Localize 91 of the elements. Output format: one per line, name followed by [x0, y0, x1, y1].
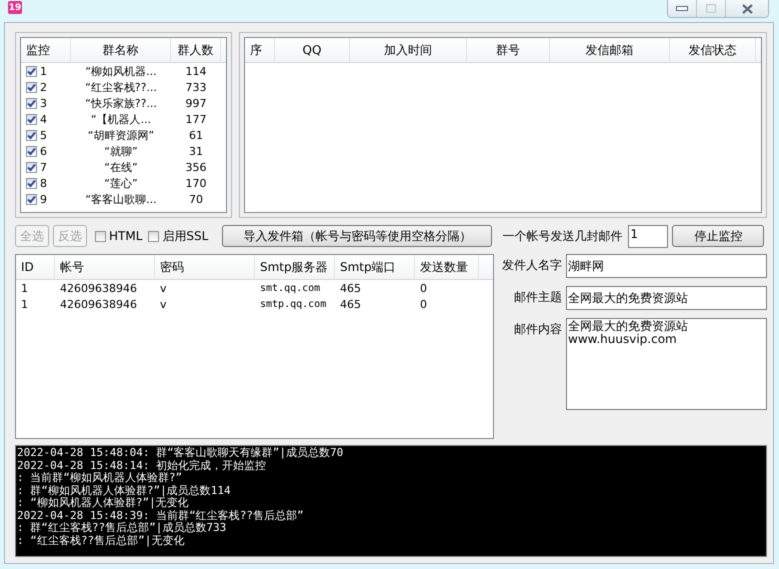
checkbox[interactable] — [148, 230, 160, 242]
column-header[interactable]: Smtp服务器 — [255, 255, 335, 279]
member-count: 177 — [186, 112, 206, 126]
smtp-port: 465 — [340, 282, 361, 294]
column-header[interactable]: 监控 — [21, 38, 71, 62]
smtp-server: smtp.qq.com — [260, 298, 326, 310]
group-name: “胡畔资源网” — [88, 128, 154, 142]
group-name: “【机器人... — [90, 112, 152, 126]
smtp-server: smt.qq.com — [260, 282, 320, 294]
checkbox[interactable] — [26, 130, 37, 140]
log-line: : “柳如风机器人体验群?”|无变化 — [17, 497, 189, 510]
column-header[interactable]: Smtp端口 — [335, 255, 415, 279]
close-icon — [742, 4, 752, 14]
content-area[interactable]: 全网最大的免费资源站 www.huusvip.com — [566, 318, 767, 410]
row-id: 1 — [21, 298, 28, 310]
checkbox[interactable] — [26, 98, 37, 108]
text-field[interactable]: 全网最大的免费资源站 — [566, 286, 767, 310]
group-name: “快乐家族??... — [85, 96, 157, 110]
checkbox[interactable] — [26, 114, 37, 124]
checkbox-label: 9 — [40, 192, 47, 206]
column-header[interactable]: 发送数量 — [415, 255, 479, 279]
checkbox-label: 2 — [40, 80, 47, 94]
column-header[interactable]: 加入时间 — [350, 38, 467, 62]
text-field[interactable]: 湖畔网 — [566, 254, 767, 278]
column-header[interactable]: 群名称 — [71, 38, 171, 62]
log-line: 2022-04-28 15:48:14: 初始化完成，开始监控 — [17, 460, 266, 472]
stop-button[interactable]: 停止监控 — [672, 225, 764, 247]
group-name: “红尘客栈??... — [85, 80, 157, 94]
checkbox-label: 4 — [40, 112, 47, 126]
member-count: 733 — [186, 80, 206, 94]
checkbox[interactable] — [26, 178, 37, 188]
field-label: 邮件主题 — [513, 289, 562, 306]
field-label: 发件人名字 — [501, 257, 562, 274]
minimize-button[interactable] — [668, 0, 696, 17]
checkbox[interactable] — [26, 66, 37, 76]
log-line: : “红尘客栈??售后总部”|无变化 — [17, 534, 184, 547]
member-count: 61 — [189, 128, 203, 142]
column-header[interactable]: 密码 — [155, 255, 255, 279]
checkbox[interactable] — [26, 82, 37, 92]
app-icon: 19 — [8, 1, 22, 14]
checkbox[interactable] — [26, 194, 37, 204]
member-count: 997 — [186, 96, 206, 110]
password: v — [160, 282, 167, 294]
column-header[interactable]: 发信邮箱 — [550, 38, 670, 62]
group-name: “就聊” — [104, 144, 138, 158]
log-line: : 群“柳如风机器人体验群?”|成员总数114 — [17, 484, 231, 497]
checkbox-label: 7 — [40, 160, 47, 174]
smtp-port: 465 — [340, 298, 361, 310]
column-header[interactable]: 群号 — [467, 38, 550, 62]
column-header[interactable]: 发信状态 — [670, 38, 756, 62]
field-label: 邮件内容 — [513, 321, 562, 338]
minimize-icon — [676, 6, 688, 12]
checkbox-label: 启用SSL — [162, 228, 208, 244]
checkbox-label: HTML — [109, 229, 142, 243]
member-count: 114 — [186, 64, 206, 78]
member-count: 70 — [189, 192, 203, 206]
checkbox[interactable] — [26, 146, 37, 156]
log-line: 2022-04-28 15:48:04: 群“客客山歌聊天有缘群”|成员总数70 — [17, 447, 344, 460]
checkbox[interactable] — [26, 162, 37, 172]
column-header[interactable]: QQ — [275, 38, 350, 62]
group-name: “柳如风机器... — [85, 64, 157, 78]
group-name: “在线” — [104, 160, 138, 174]
checkbox-label: 8 — [40, 176, 47, 190]
member-count: 31 — [189, 144, 203, 158]
member-count: 356 — [186, 160, 206, 174]
checkbox[interactable] — [95, 230, 106, 242]
column-header[interactable]: 帐号 — [55, 255, 155, 279]
send-count: 0 — [420, 282, 427, 294]
checkbox-label: 6 — [40, 144, 47, 158]
group-name: “莲心” — [104, 176, 138, 190]
group-name: “客客山歌聊... — [85, 192, 157, 206]
checkbox-label: 1 — [40, 64, 47, 78]
log-line: 2022-04-28 15:48:39: 当前群“红尘客栈??售后总部” — [17, 510, 304, 522]
maximize-icon — [706, 4, 716, 13]
log-line: : 群“红尘客栈??售后总部”|成员总数733 — [17, 522, 226, 534]
checkbox-label: 3 — [40, 96, 47, 110]
row-id: 1 — [21, 282, 28, 294]
field-label: 一个帐号发送几封邮件 — [502, 228, 622, 244]
column-header[interactable]: 序 — [245, 38, 275, 62]
column-header[interactable]: 群人数 — [171, 38, 221, 62]
close-button[interactable] — [725, 0, 768, 17]
account-number: 42609638946 — [60, 298, 137, 310]
import-button[interactable]: 导入发件箱（帐号与密码等使用空格分隔） — [222, 225, 492, 247]
column-header[interactable]: ID — [16, 255, 55, 279]
checkbox-label: 5 — [40, 128, 47, 142]
password: v — [160, 298, 167, 310]
member-count: 170 — [186, 176, 206, 190]
send-count: 0 — [420, 298, 427, 310]
log-line: : 当前群“柳如风机器人体验群?” — [17, 472, 182, 484]
account-number: 42609638946 — [60, 282, 137, 294]
count-field[interactable]: 1 — [628, 224, 668, 248]
